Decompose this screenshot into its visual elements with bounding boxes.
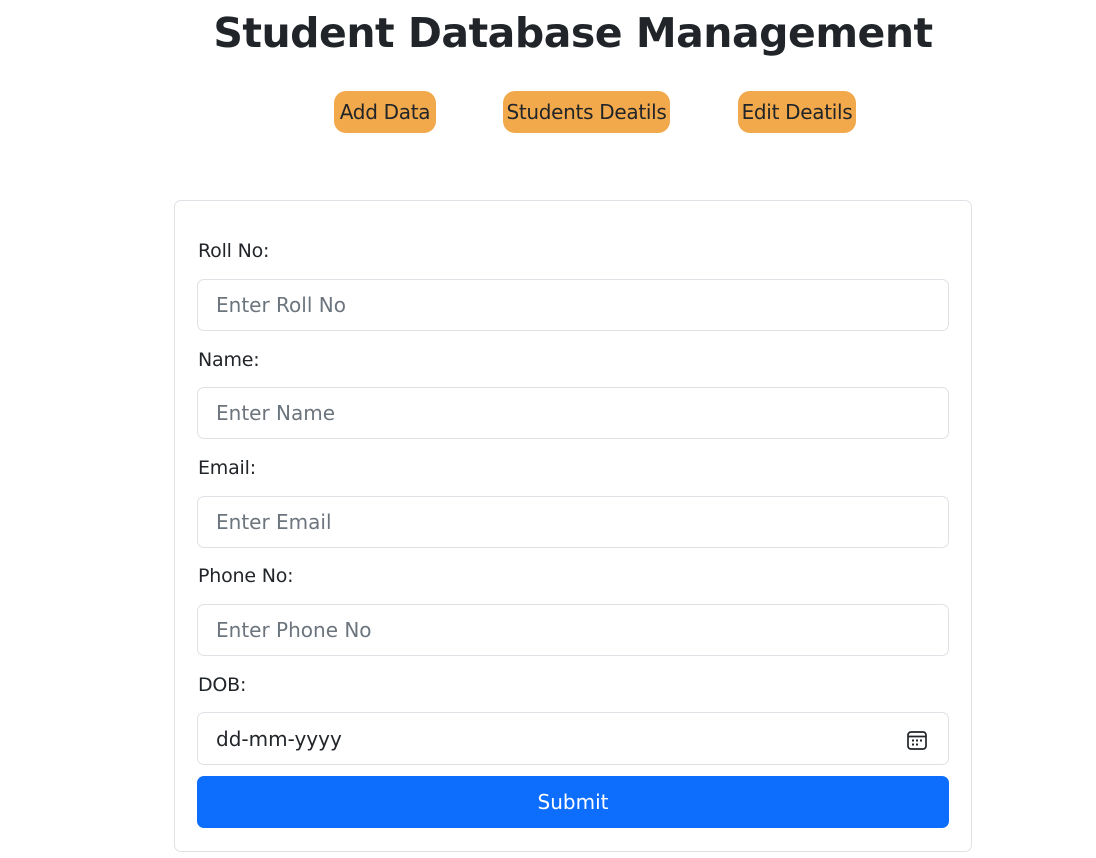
- name-input[interactable]: [197, 387, 949, 439]
- student-form: Roll No: Name: Email: Phone No: DOB: dd-…: [174, 200, 972, 852]
- phone-input[interactable]: [197, 604, 949, 656]
- submit-button[interactable]: Submit: [197, 776, 949, 828]
- calendar-icon[interactable]: [906, 729, 928, 751]
- dob-date-placeholder: dd-mm-yyyy: [216, 727, 342, 751]
- email-input[interactable]: [197, 496, 949, 548]
- roll-no-label: Roll No:: [198, 240, 270, 262]
- students-details-button[interactable]: Students Deatils: [503, 91, 670, 133]
- name-label: Name:: [198, 349, 260, 371]
- roll-no-input[interactable]: [197, 279, 949, 331]
- edit-details-button[interactable]: Edit Deatils: [738, 91, 856, 133]
- page-title: Student Database Management: [213, 9, 933, 57]
- dob-label: DOB:: [198, 674, 247, 696]
- add-data-button[interactable]: Add Data: [334, 91, 436, 133]
- email-label: Email:: [198, 457, 256, 479]
- dob-date-input[interactable]: dd-mm-yyyy: [197, 712, 949, 765]
- phone-label: Phone No:: [198, 565, 294, 587]
